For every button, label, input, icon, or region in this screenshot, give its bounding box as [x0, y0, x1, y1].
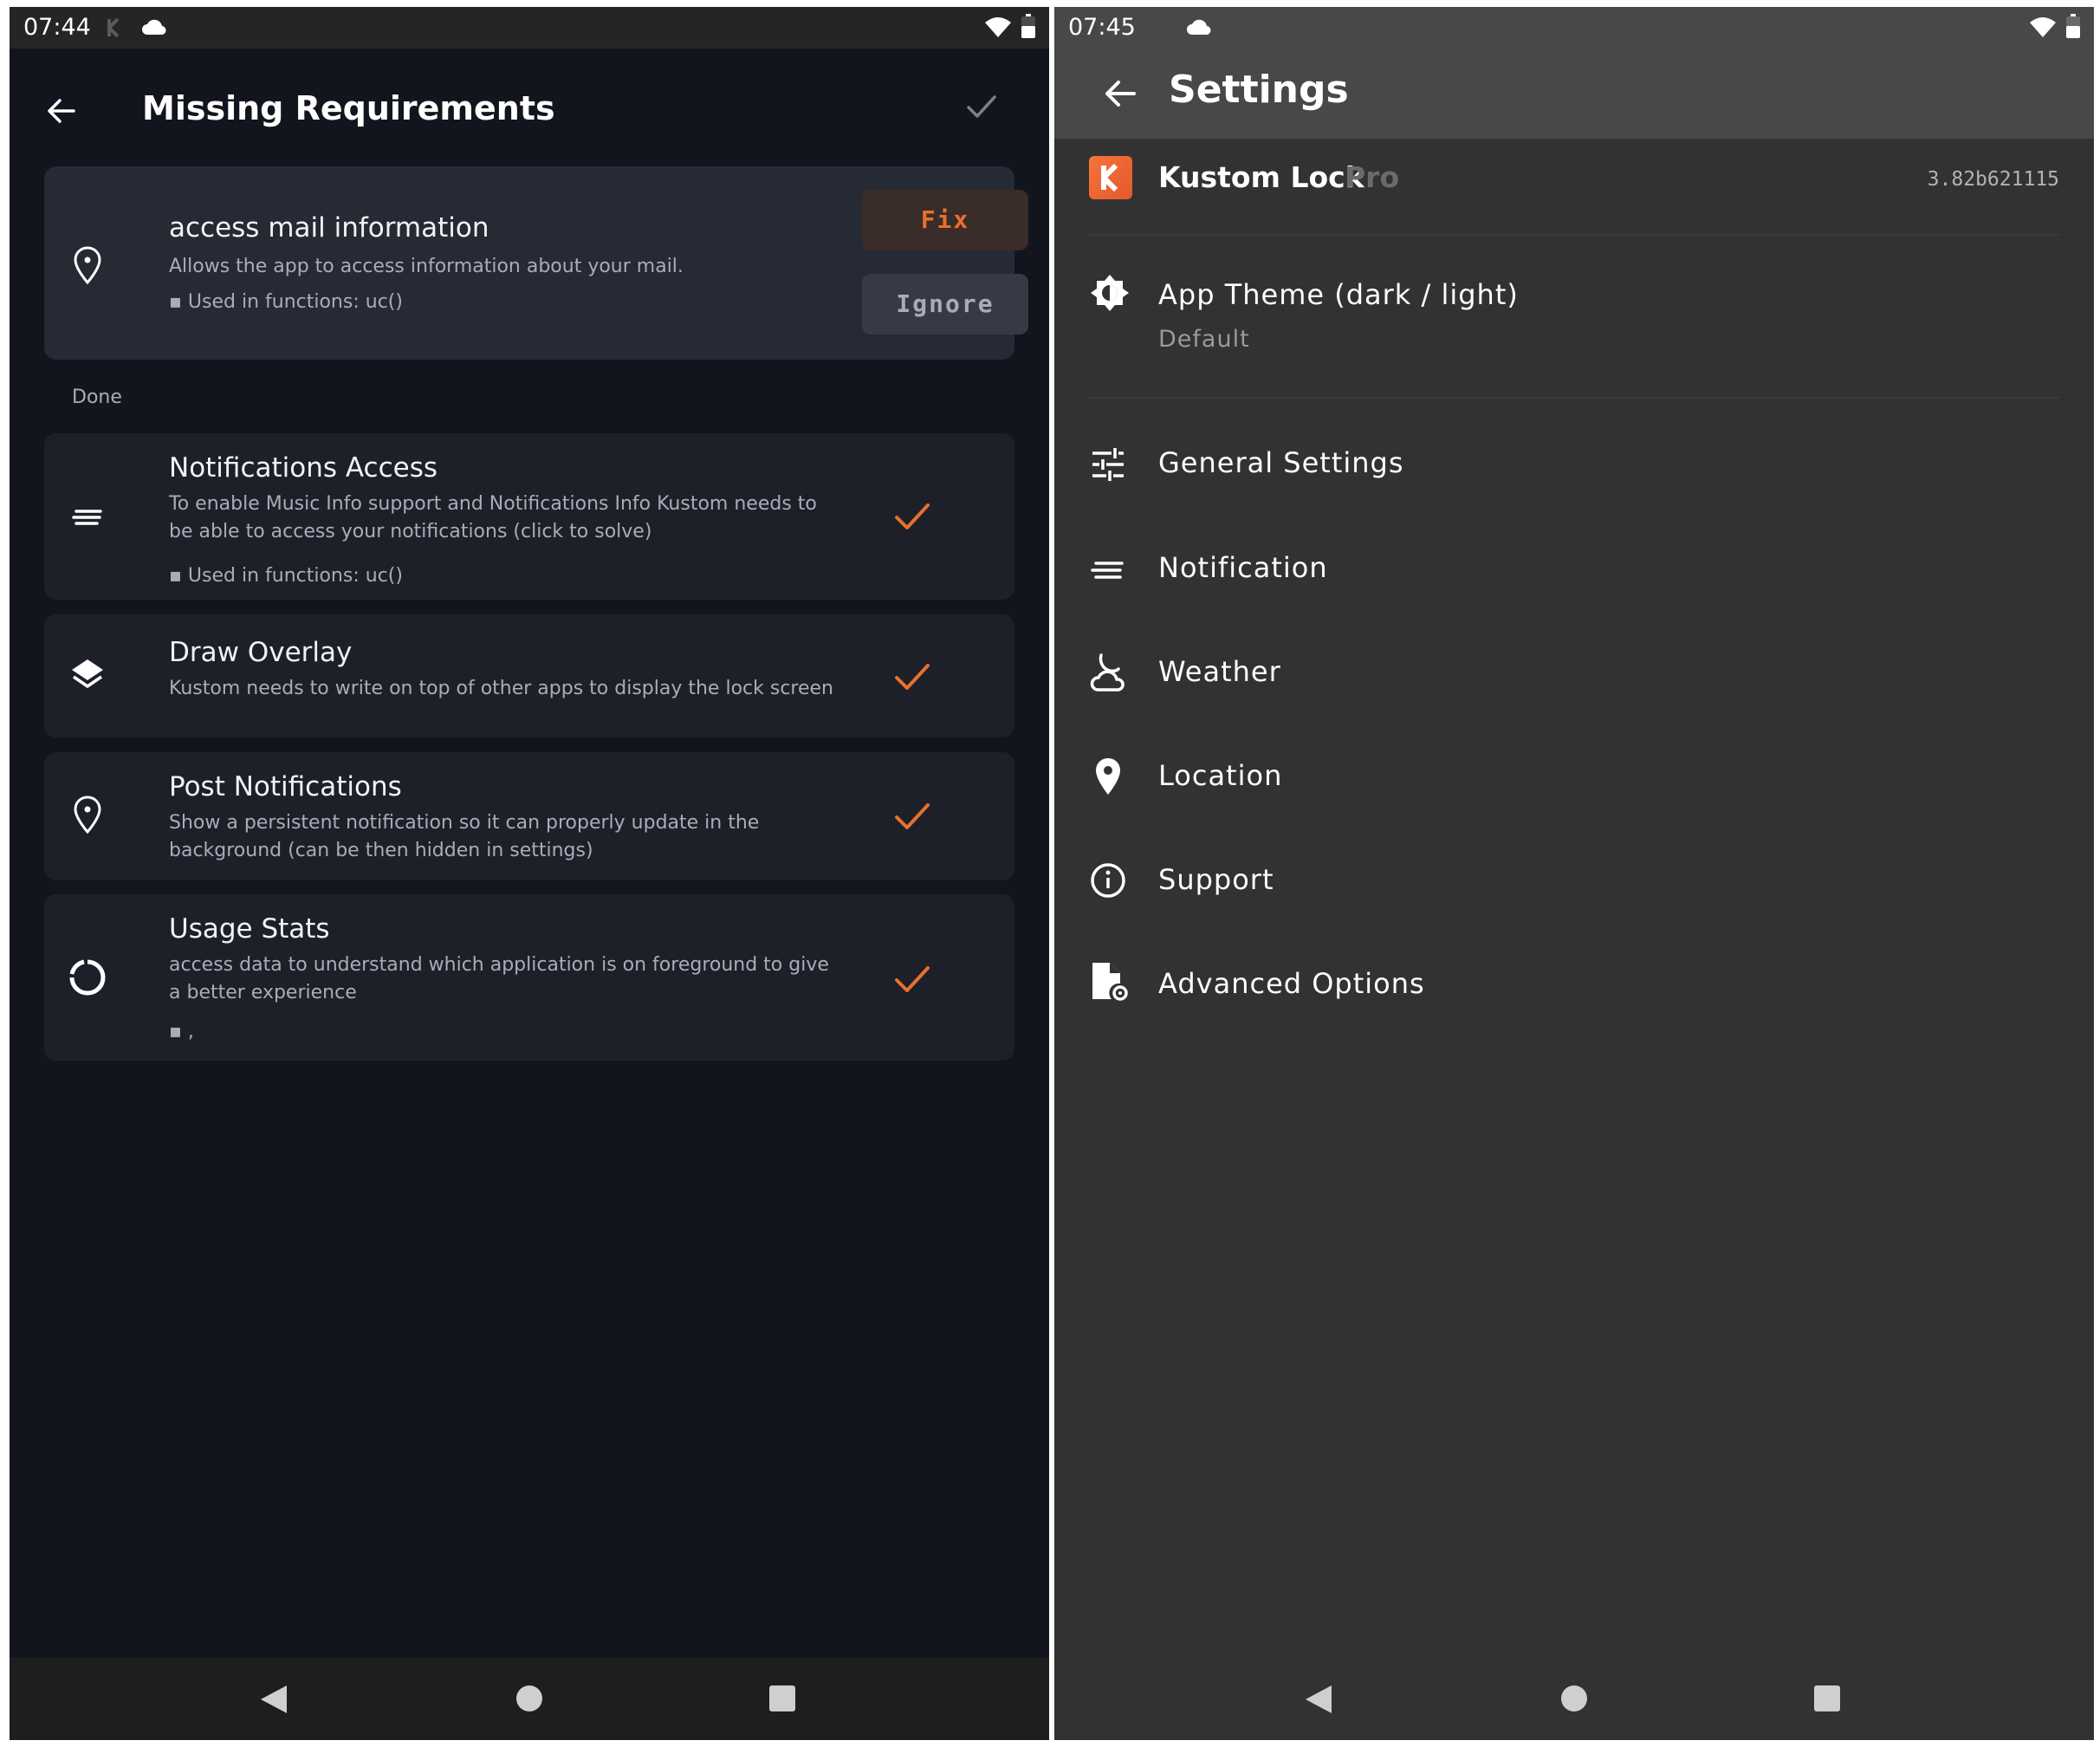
status-time: 07:45 [1068, 14, 1136, 41]
requirement-title: Usage Stats [169, 913, 330, 945]
back-arrow-icon[interactable] [46, 95, 77, 130]
orange-checkmark-icon [893, 964, 931, 998]
nav-home-icon[interactable] [1559, 1684, 1589, 1717]
settings-item-label: General Settings [1158, 446, 1404, 479]
requirement-description: Kustom needs to write on top of other ap… [169, 678, 833, 699]
requirement-description: Show a persistent notification so it can… [169, 812, 760, 861]
settings-item-label: Location [1158, 759, 1283, 792]
orange-checkmark-icon [893, 801, 931, 835]
status-time: 07:44 [23, 14, 91, 41]
cloud-icon [1186, 17, 1212, 40]
notification-lines-icon [1089, 551, 1127, 593]
requirement-card-post-notifications[interactable]: Post Notifications Show a persistent not… [44, 752, 1014, 880]
kustom-lock-logo [1089, 156, 1132, 199]
nav-back-icon[interactable] [259, 1684, 288, 1718]
nav-home-icon[interactable] [515, 1684, 544, 1717]
back-arrow-icon[interactable] [1103, 76, 1138, 114]
app-name: Kustom Lock [1158, 160, 1364, 194]
checkmark-icon[interactable] [966, 94, 997, 123]
requirement-title: Post Notifications [169, 771, 402, 802]
ignore-button[interactable]: Ignore [862, 274, 1028, 334]
divider [1089, 234, 2059, 236]
requirement-card-usage-stats[interactable]: Usage Stats access data to understand wh… [44, 894, 1014, 1061]
requirement-card-notifications-access[interactable]: Notifications Access To enable Music Inf… [44, 433, 1014, 600]
requirement-used-in: ▪ Used in functions: uc() [169, 291, 403, 313]
fix-button[interactable]: Fix [862, 190, 1028, 250]
requirement-used-in: ▪ Used in functions: uc() [169, 565, 403, 587]
battery-icon [2066, 14, 2080, 42]
requirement-used-in: ▪ , [169, 1021, 194, 1042]
weather-icon [1089, 652, 1131, 697]
info-icon [1089, 861, 1127, 903]
status-bar: 07:44 [10, 7, 1049, 49]
location-pin-icon [65, 792, 110, 841]
missing-requirements-screen: 07:44 Missing Requirements access mail i… [10, 7, 1049, 1740]
requirement-description: Allows the app to access information abo… [169, 256, 684, 277]
settings-item-label: App Theme (dark / light) [1158, 278, 1519, 311]
notes-icon [65, 495, 110, 543]
requirement-title: Draw Overlay [169, 637, 353, 668]
nav-back-icon[interactable] [1304, 1684, 1333, 1718]
sliders-icon [1089, 445, 1127, 487]
file-settings-icon [1089, 960, 1131, 1007]
requirement-card-draw-overlay[interactable]: Draw Overlay Kustom needs to write on to… [44, 614, 1014, 737]
loading-circle-icon [65, 955, 110, 1003]
app-tier: Pro [1345, 160, 1400, 194]
page-title: Missing Requirements [142, 89, 555, 127]
kustom-notification-icon [107, 17, 124, 42]
divider [1089, 397, 2059, 399]
orange-checkmark-icon [893, 501, 931, 536]
wifi-icon [984, 16, 1012, 42]
settings-item-label: Support [1158, 863, 1274, 896]
settings-item-label: Notification [1158, 551, 1328, 584]
layers-icon [65, 653, 110, 701]
requirement-title: Notifications Access [169, 452, 438, 484]
settings-item-value: Default [1158, 326, 1250, 353]
status-bar: 07:45 [1054, 7, 2094, 49]
app-version: 3.82b621115 [1927, 168, 2059, 191]
navigation-bar [1054, 1658, 2094, 1740]
orange-checkmark-icon [893, 661, 931, 696]
app-bar: Missing Requirements [10, 49, 1049, 174]
requirement-description: To enable Music Info support and Notific… [169, 493, 817, 542]
pending-requirement-card: access mail information Allows the app t… [44, 166, 1028, 360]
section-label-done: Done [72, 386, 122, 408]
location-pin-icon [1089, 756, 1127, 801]
wifi-icon [2029, 16, 2057, 42]
battery-icon [1021, 14, 1035, 42]
settings-item-label: Advanced Options [1158, 967, 1425, 1000]
page-title: Settings [1169, 68, 1349, 112]
location-pin-icon [65, 243, 110, 291]
requirement-description: access data to understand which applicat… [169, 954, 829, 1003]
nav-recents-icon[interactable] [1813, 1685, 1841, 1716]
app-bar: Settings [1054, 49, 2094, 139]
nav-recents-icon[interactable] [768, 1685, 796, 1716]
settings-item-label: Weather [1158, 655, 1281, 688]
theme-brightness-icon [1089, 272, 1131, 317]
requirement-title: access mail information [169, 212, 489, 244]
navigation-bar [10, 1658, 1049, 1740]
cloud-icon [141, 17, 167, 40]
settings-screen: 07:45 Settings Kustom Lock Pro 3.82b6211… [1054, 7, 2094, 1740]
